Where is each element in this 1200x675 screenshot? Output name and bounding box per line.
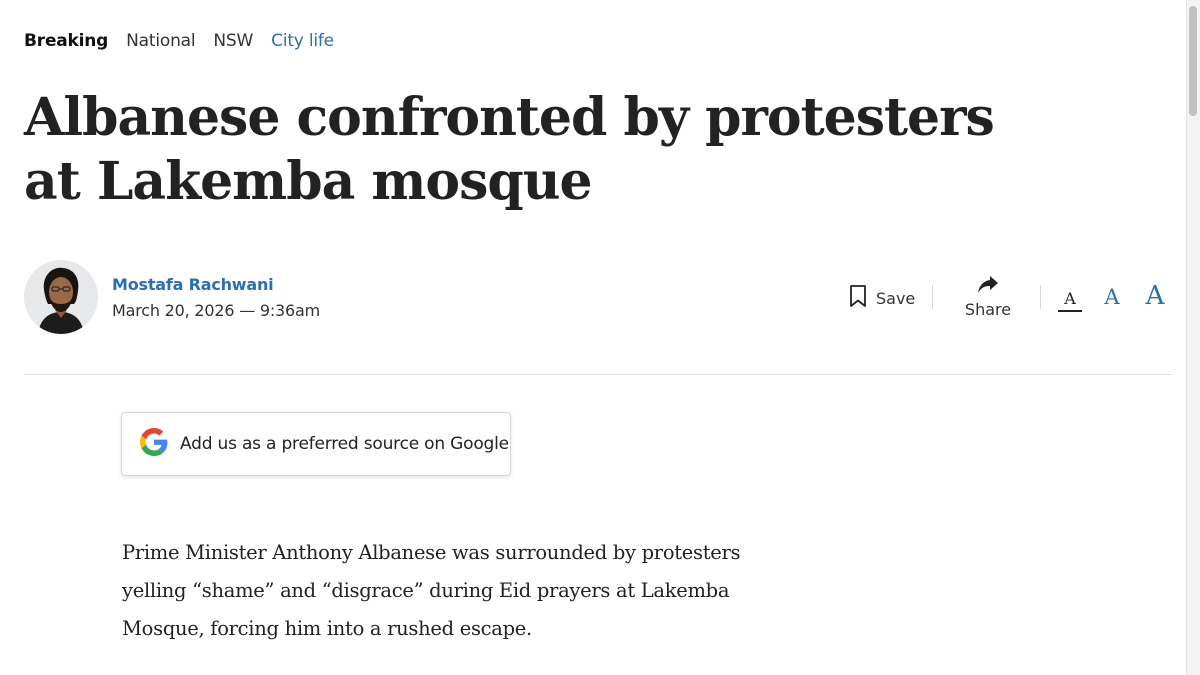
author-avatar[interactable] xyxy=(24,260,98,334)
font-size-medium-button[interactable]: A xyxy=(1101,285,1123,309)
author-name[interactable]: Mostafa Rachwani xyxy=(112,275,274,294)
font-size-large-button[interactable]: A xyxy=(1142,281,1168,311)
article-headline: Albanese confronted by protesters at Lak… xyxy=(24,87,995,212)
font-size-selected-indicator xyxy=(1058,310,1082,312)
breadcrumb-nsw[interactable]: NSW xyxy=(213,29,253,53)
scrollbar[interactable] xyxy=(1186,0,1200,675)
tools-divider xyxy=(932,285,933,309)
bookmark-icon xyxy=(848,284,868,312)
breadcrumb: Breaking National NSW City life xyxy=(24,29,334,53)
publish-date: March 20, 2026 — 9:36am xyxy=(112,301,321,320)
author-photo xyxy=(24,260,98,334)
breadcrumb-national[interactable]: National xyxy=(126,29,195,53)
section-divider xyxy=(24,374,1172,375)
share-label: Share xyxy=(964,300,1012,319)
save-button[interactable]: Save xyxy=(848,284,915,312)
breadcrumb-city-life[interactable]: City life xyxy=(271,29,334,53)
save-label: Save xyxy=(876,288,916,308)
google-preferred-source-button[interactable]: Add us as a preferred source on Google xyxy=(121,412,511,476)
tools-divider xyxy=(1040,285,1041,309)
article-body-paragraph: Prime Minister Anthony Albanese was surr… xyxy=(122,541,741,640)
google-preferred-source-label: Add us as a preferred source on Google xyxy=(180,434,509,454)
share-arrow-icon xyxy=(962,274,1014,296)
share-button[interactable]: Share xyxy=(962,274,1014,319)
google-logo-icon xyxy=(140,427,168,461)
article-page: Breaking National NSW City life Albanese… xyxy=(0,0,1200,675)
font-size-small-button[interactable]: A xyxy=(1058,289,1082,308)
breadcrumb-breaking[interactable]: Breaking xyxy=(24,29,108,53)
scrollbar-thumb[interactable] xyxy=(1189,6,1197,116)
